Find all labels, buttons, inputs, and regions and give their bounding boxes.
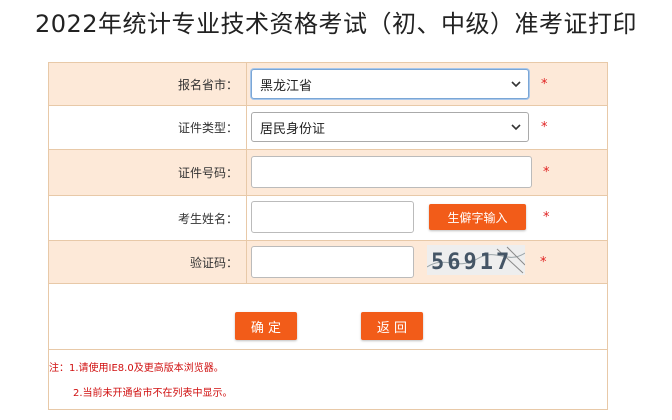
required-mark: * (543, 210, 550, 225)
province-label: 报名省市： (49, 63, 247, 105)
page-title: 2022年统计专业技术资格考试（初、中级）准考证打印 (34, 10, 638, 38)
note-line-1: 注：1.请使用IE8.0及更高版本浏览器。 (49, 363, 224, 374)
back-button[interactable]: 返 回 (361, 312, 423, 340)
name-label: 考生姓名： (49, 196, 247, 240)
id-number-row: 证件号码： * (49, 150, 607, 195)
captcha-code: 56917 (431, 250, 512, 275)
chevron-down-icon (511, 81, 521, 88)
confirm-button[interactable]: 确 定 (235, 312, 297, 340)
id-type-select[interactable]: 居民身份证 (251, 112, 529, 142)
required-mark: * (541, 77, 548, 92)
id-number-input[interactable] (251, 156, 532, 188)
row-divider (49, 283, 607, 284)
required-mark: * (540, 255, 547, 270)
name-input[interactable] (251, 201, 414, 233)
admission-ticket-form: 报名省市： 黑龙江省 * 证件类型： 居民身份证 * 证件号码： * 考生姓名：… (48, 62, 608, 410)
name-row: 考生姓名： 生僻字输入 * (49, 196, 607, 240)
note-line-2: 2.当前未开通省市不在列表中显示。 (73, 388, 233, 399)
rare-char-input-button[interactable]: 生僻字输入 (429, 204, 526, 230)
id-type-select-value: 居民身份证 (260, 121, 326, 137)
captcha-label: 验证码： (49, 241, 247, 283)
province-row: 报名省市： 黑龙江省 * (49, 63, 607, 105)
province-select[interactable]: 黑龙江省 (251, 69, 529, 99)
required-mark: * (541, 120, 548, 135)
required-mark: * (543, 165, 550, 180)
chevron-down-icon (511, 124, 521, 131)
id-type-label: 证件类型： (49, 106, 247, 149)
row-divider (49, 349, 607, 350)
id-number-label: 证件号码： (49, 150, 247, 195)
captcha-image[interactable]: 56917 (427, 245, 525, 275)
captcha-input[interactable] (251, 246, 414, 278)
id-type-row: 证件类型： 居民身份证 * (49, 106, 607, 149)
captcha-noise-graphic: 56917 (427, 246, 525, 275)
province-select-value: 黑龙江省 (260, 78, 313, 94)
